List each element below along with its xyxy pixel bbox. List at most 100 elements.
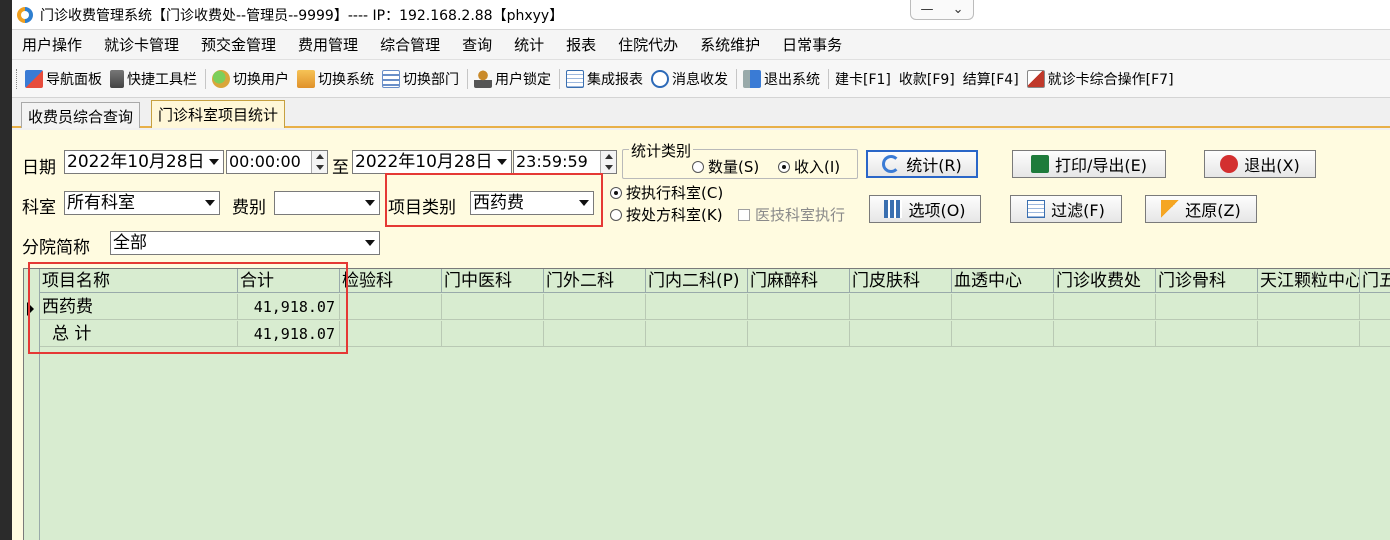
cell-empty[interactable]	[646, 294, 748, 320]
menu-system-maint[interactable]: 系统维护	[700, 34, 760, 55]
menu-general-mgmt[interactable]: 综合管理	[380, 34, 440, 55]
print-export-button[interactable]: 打印/导出(E)	[1012, 150, 1166, 178]
exit-button[interactable]: 退出(X)	[1204, 150, 1316, 178]
collect-payment-button[interactable]: 收款[F9]	[899, 69, 955, 89]
cell-empty[interactable]	[748, 321, 850, 347]
cell-empty[interactable]	[442, 294, 544, 320]
radio-income-dot[interactable]	[778, 160, 790, 173]
cell-empty[interactable]	[544, 294, 646, 320]
tab-cashier-query[interactable]: 收费员综合查询	[21, 102, 141, 128]
cell-item-name[interactable]: 西药费	[40, 294, 238, 320]
col-header-cashier[interactable]: 门诊收费处	[1054, 269, 1156, 293]
cell-empty[interactable]	[952, 294, 1054, 320]
minimize-icon[interactable]: —	[921, 2, 934, 17]
switch-department-button[interactable]: 切换部门	[382, 69, 459, 89]
cell-empty[interactable]	[1258, 321, 1360, 347]
cell-empty[interactable]	[1156, 294, 1258, 320]
cell-empty[interactable]	[850, 321, 952, 347]
cell-empty[interactable]	[850, 294, 952, 320]
options-button[interactable]: 选项(O)	[869, 195, 981, 223]
menu-user-ops[interactable]: 用户操作	[22, 34, 82, 55]
chevron-down-icon[interactable]	[205, 151, 223, 173]
col-header-anesthesia[interactable]: 门麻醉科	[748, 269, 850, 293]
cell-empty[interactable]	[544, 321, 646, 347]
filter-button[interactable]: 过滤(F)	[1010, 195, 1122, 223]
cell-total[interactable]: 41,918.07	[238, 294, 340, 320]
radio-quantity-dot[interactable]	[692, 160, 704, 173]
col-header-surgery2[interactable]: 门外二科	[544, 269, 646, 293]
chevron-down-icon[interactable]	[361, 192, 379, 214]
menu-query[interactable]: 查询	[462, 34, 492, 55]
cell-empty[interactable]	[442, 321, 544, 347]
fee-select[interactable]	[274, 191, 380, 215]
menu-statistics[interactable]: 统计	[514, 34, 544, 55]
radio-income[interactable]: 收入(I)	[778, 156, 840, 177]
message-button[interactable]: 消息收发	[651, 69, 728, 89]
date-from-picker[interactable]: 2022年10月28日	[64, 150, 224, 174]
tab-dept-item-stats[interactable]: 门诊科室项目统计	[151, 100, 286, 128]
branch-select[interactable]: 全部	[110, 231, 380, 255]
switch-user-button[interactable]: 切换用户	[212, 69, 289, 89]
col-header-dialysis[interactable]: 血透中心	[952, 269, 1054, 293]
col-header-total[interactable]: 合计	[238, 269, 340, 293]
cell-empty[interactable]	[1156, 321, 1258, 347]
cell-item-name[interactable]: 总 计	[40, 321, 238, 347]
settle-button[interactable]: 结算[F4]	[963, 69, 1019, 89]
radio-quantity[interactable]: 数量(S)	[692, 156, 759, 177]
menu-inpatient-agent[interactable]: 住院代办	[618, 34, 678, 55]
col-header-dermatology[interactable]: 门皮肤科	[850, 269, 952, 293]
col-header-granule-center[interactable]: 天江颗粒中心	[1258, 269, 1360, 293]
stats-grid[interactable]: 项目名称 合计 检验科 门中医科 门外二科 门内二科(P) 门麻醉科 门皮肤科 …	[23, 268, 1390, 540]
cell-empty[interactable]	[646, 321, 748, 347]
menu-deposit-mgmt[interactable]: 预交金管理	[201, 34, 276, 55]
col-header-lab[interactable]: 检验科	[340, 269, 442, 293]
radio-exec-dept[interactable]: 按执行科室(C)	[610, 182, 723, 203]
chevron-down-icon[interactable]	[575, 192, 593, 214]
card-operation-button[interactable]: 就诊卡综合操作[F7]	[1026, 69, 1174, 89]
restore-button[interactable]: 还原(Z)	[1145, 195, 1257, 223]
menu-fee-mgmt[interactable]: 费用管理	[298, 34, 358, 55]
tech-exec-checkbox[interactable]: 医技科室执行	[738, 204, 845, 225]
col-header-internal2[interactable]: 门内二科(P)	[646, 269, 748, 293]
shortcut-toolbar-button[interactable]: 快捷工具栏	[110, 69, 197, 89]
date-to-picker[interactable]: 2022年10月28日	[352, 150, 512, 174]
cell-empty[interactable]	[1054, 294, 1156, 320]
time-spinner-icon[interactable]	[600, 151, 616, 173]
user-lock-button[interactable]: 用户锁定	[474, 69, 551, 89]
chevron-down-icon[interactable]	[361, 232, 379, 254]
col-header-item-name[interactable]: 项目名称	[40, 269, 238, 293]
cell-empty[interactable]	[1054, 321, 1156, 347]
col-header-more[interactable]: 门五	[1360, 269, 1390, 293]
chevron-down-icon[interactable]	[201, 192, 219, 214]
tech-exec-checkbox-box[interactable]	[738, 208, 750, 221]
radio-presc-dept-dot[interactable]	[610, 208, 622, 221]
navigation-panel-button[interactable]: 导航面板	[25, 69, 102, 89]
chevron-down-icon[interactable]	[493, 151, 511, 173]
switch-system-button[interactable]: 切换系统	[297, 69, 374, 89]
cell-total[interactable]: 41,918.07	[238, 321, 340, 347]
stat-button[interactable]: 统计(R)	[866, 150, 978, 178]
cell-empty[interactable]	[1258, 294, 1360, 320]
col-header-orthopedics[interactable]: 门诊骨科	[1156, 269, 1258, 293]
cell-empty[interactable]	[340, 294, 442, 320]
menu-daily-affairs[interactable]: 日常事务	[782, 34, 842, 55]
integrated-report-button[interactable]: 集成报表	[566, 69, 643, 89]
cell-empty[interactable]	[340, 321, 442, 347]
menu-card-mgmt[interactable]: 就诊卡管理	[104, 34, 179, 55]
dept-select[interactable]: 所有科室	[64, 191, 220, 215]
time-spinner-icon[interactable]	[311, 151, 327, 173]
create-card-button[interactable]: 建卡[F1]	[835, 69, 891, 89]
menu-reports[interactable]: 报表	[566, 34, 596, 55]
radio-exec-dept-dot[interactable]	[610, 186, 622, 199]
cell-empty[interactable]	[1360, 321, 1390, 347]
item-category-select[interactable]: 西药费	[470, 191, 594, 215]
cell-empty[interactable]	[748, 294, 850, 320]
time-from-field[interactable]: 00:00:00	[226, 150, 328, 174]
radio-presc-dept[interactable]: 按处方科室(K)	[610, 204, 723, 225]
time-to-field[interactable]: 23:59:59	[513, 150, 617, 174]
exit-system-button[interactable]: 退出系统	[743, 69, 820, 89]
cell-empty[interactable]	[952, 321, 1054, 347]
col-header-tcm[interactable]: 门中医科	[442, 269, 544, 293]
chevron-down-icon[interactable]: ⌄	[953, 2, 964, 17]
toolbar-grip[interactable]	[16, 68, 19, 89]
